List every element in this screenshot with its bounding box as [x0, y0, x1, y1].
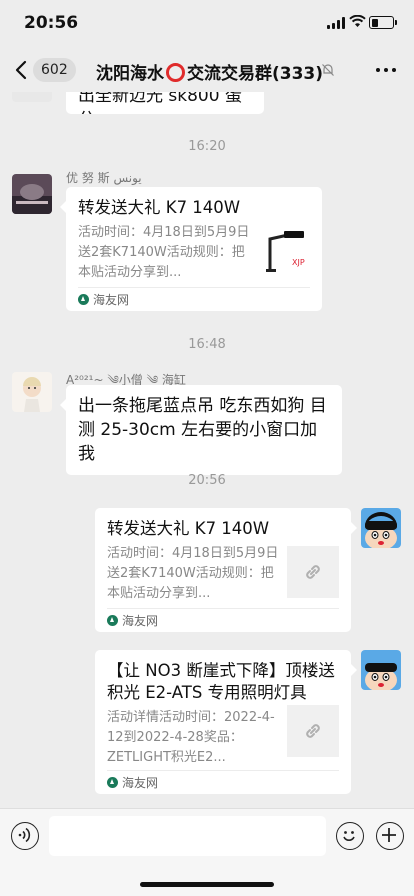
smiley-icon [343, 831, 355, 841]
link-icon [306, 565, 320, 579]
message-text: 出全新迈光 sk800 蛋分 [78, 92, 242, 114]
link-icon [306, 724, 320, 738]
link-card[interactable]: 转发送大礼 K7 140W 活动时间：4月18日到5月9日送2套K7140W活动… [95, 508, 357, 632]
red-circle-emoji-icon [166, 63, 185, 82]
self-avatar[interactable] [361, 508, 401, 548]
card-divider [107, 770, 339, 771]
avatar[interactable] [12, 174, 52, 214]
self-avatar[interactable] [361, 650, 401, 690]
emoji-button[interactable] [336, 822, 364, 850]
link-card[interactable]: 【让 NO3 断崖式下降】顶楼送积光 E2-ATS 专用照明灯具 活动详情活动时… [95, 650, 357, 794]
status-bar: 20:56 [0, 0, 414, 48]
message-list[interactable]: 出全新迈光 sk800 蛋分 16:20 优 努 斯 يونس 转发送大礼 K7… [0, 92, 414, 808]
avatar-cartoon-icon [12, 372, 52, 412]
card-source: 海友网 [107, 612, 158, 629]
timestamp: 16:20 [188, 139, 226, 154]
source-logo-icon [107, 777, 118, 788]
card-source: 海友网 [107, 774, 158, 791]
card-divider [78, 287, 310, 288]
mute-bell-icon [322, 64, 334, 76]
battery-fill [371, 18, 379, 27]
sender-name: 优 努 斯 يونس [66, 171, 142, 185]
card-divider [107, 608, 339, 609]
voice-input-button[interactable] [11, 822, 39, 850]
more-functions-button[interactable] [376, 822, 404, 850]
source-logo-icon [78, 294, 89, 305]
card-thumbnail [287, 546, 339, 598]
battery-icon [369, 16, 397, 29]
message-bubble[interactable]: 出全新迈光 sk800 蛋分 [66, 92, 264, 114]
status-time: 20:56 [24, 13, 79, 33]
timestamp: 16:48 [188, 337, 226, 352]
card-title: 【让 NO3 断崖式下降】顶楼送积光 E2-ATS 专用照明灯具 [107, 661, 335, 702]
card-description: 活动时间：4月18日到5月9日送2套K7140W活动规则：把本贴活动分享到... [107, 546, 279, 601]
plus-icon [382, 828, 396, 842]
avatar[interactable] [12, 372, 52, 412]
card-source: 海友网 [78, 291, 129, 308]
timestamp: 20:56 [188, 473, 226, 488]
avatar-shinchan-icon [361, 650, 401, 690]
avatar-photo-icon [12, 174, 52, 214]
chat-title-part2: 交流交易群(333) [187, 64, 324, 84]
message-bubble[interactable]: 出一条拖尾蓝点吊 吃东西如狗 目测 25-30cm 左右要的小窗口加我 [60, 385, 342, 475]
signal-icon [327, 17, 346, 29]
chat-title: 沈阳海水 交流交易群(333) [96, 59, 323, 84]
home-indicator[interactable] [140, 882, 274, 887]
card-source-label: 海友网 [122, 776, 159, 790]
source-logo-icon [107, 615, 118, 626]
card-title: 转发送大礼 K7 140W [107, 519, 270, 538]
card-source-label: 海友网 [93, 293, 130, 307]
wifi-icon [349, 15, 366, 27]
card-thumbnail-lamp-icon: XJP [258, 225, 310, 277]
voice-icon [18, 827, 31, 843]
back-chevron-icon[interactable] [14, 60, 28, 80]
unread-count-badge[interactable]: 602 [33, 58, 76, 82]
message-input[interactable] [49, 816, 326, 856]
avatar-shinchan-icon [361, 508, 401, 548]
svg-text:XJP: XJP [292, 258, 305, 267]
card-description: 活动时间：4月18日到5月9日送2套K7140W活动规则：把本贴活动分享到... [78, 225, 250, 280]
nav-bar: 602 沈阳海水 交流交易群(333) [0, 48, 414, 92]
chat-title-part1: 沈阳海水 [96, 64, 164, 84]
card-thumbnail [287, 705, 339, 757]
card-description: 活动详情活动时间：2022-4-12到2022-4-28奖品：ZETLIGHT积… [107, 710, 275, 765]
link-card[interactable]: 转发送大礼 K7 140W 活动时间：4月18日到5月9日送2套K7140W活动… [60, 187, 322, 311]
card-source-label: 海友网 [122, 614, 159, 628]
avatar[interactable] [12, 92, 52, 102]
card-title: 转发送大礼 K7 140W [78, 198, 241, 217]
more-options-icon[interactable] [376, 68, 396, 72]
message-text: 出一条拖尾蓝点吊 吃东西如狗 目测 25-30cm 左右要的小窗口加我 [78, 396, 327, 464]
